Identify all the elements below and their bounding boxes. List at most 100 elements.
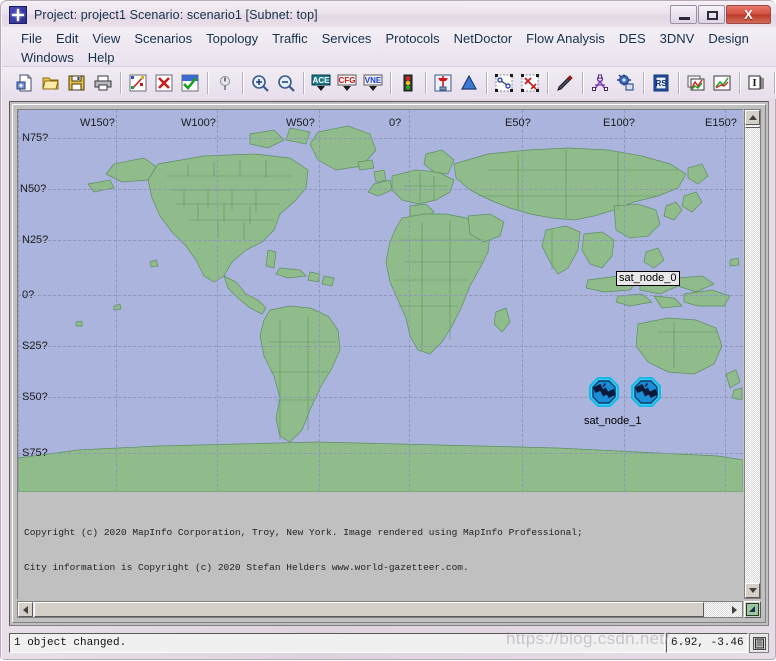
menu-item-protocols[interactable]: Protocols [378, 30, 446, 48]
toolbar-separator [643, 72, 644, 94]
hide-selected-icon[interactable] [492, 71, 516, 95]
zoom-out-icon[interactable] [274, 71, 298, 95]
node-label-sat_node_0: sat_node_0 [616, 271, 680, 286]
horizontal-scroll-thumb[interactable] [34, 602, 704, 617]
menu-bar: File Edit View Scenarios Topology Traffi… [2, 27, 776, 67]
window-controls: X [669, 5, 771, 24]
node-editor-icon[interactable] [588, 71, 612, 95]
longitude-label: 0? [389, 117, 402, 129]
scroll-left-button[interactable] [18, 602, 33, 617]
svg-text:CFG: CFG [339, 76, 356, 85]
toolbar-separator [207, 72, 208, 94]
node-sat_node_0[interactable] [631, 377, 661, 407]
ace-analysis-icon[interactable]: ACE [309, 71, 333, 95]
scroll-right-arrow [732, 605, 737, 614]
save-project-icon[interactable] [65, 71, 89, 95]
menu-item-des[interactable]: DES [612, 30, 653, 48]
menu-item-scenarios[interactable]: Scenarios [127, 30, 199, 48]
latitude-label: S50? [22, 391, 48, 403]
graticule-line [725, 110, 726, 492]
graticule-line [522, 110, 523, 492]
longitude-label: E150? [705, 117, 737, 129]
world-map[interactable]: W150? W100? W50? 0? E50? E100? E150? N75… [18, 110, 743, 492]
application-window: Project: project1 Scenario: scenario1 [S… [0, 0, 776, 660]
annotation-icon[interactable] [553, 71, 577, 95]
graticule-line [18, 189, 743, 190]
hide-graph-panels-icon[interactable] [710, 71, 734, 95]
menu-item-flow-analysis[interactable]: Flow Analysis [519, 30, 612, 48]
graticule-line [217, 110, 218, 492]
minimize-icon [679, 17, 690, 20]
longitude-label: E50? [505, 117, 531, 129]
menu-row-2: Windows Help [2, 48, 776, 67]
node-sat_node_1[interactable] [589, 377, 619, 407]
rs-results-icon[interactable]: RS [649, 71, 673, 95]
copyright-line-1: Copyright (c) 2020 MapInfo Corporation, … [24, 527, 583, 538]
print-icon[interactable] [91, 71, 115, 95]
status-indicator-icon[interactable] [749, 633, 769, 653]
menu-item-3dnv[interactable]: 3DNV [653, 30, 702, 48]
restore-button[interactable] [698, 5, 725, 24]
status-bar: 1 object changed. 6.92, -3.46 [9, 633, 769, 653]
graticule-line [116, 110, 117, 492]
menu-item-services[interactable]: Services [315, 30, 379, 48]
graticule-line [18, 453, 743, 454]
view-results-icon[interactable] [684, 71, 708, 95]
delete-objects-icon[interactable] [152, 71, 176, 95]
vertical-scroll-thumb[interactable] [745, 126, 760, 128]
toolbar-separator [242, 72, 243, 94]
vertical-scrollbar[interactable] [744, 109, 761, 599]
toolbar: ACE CFG VNE RS I [2, 67, 776, 99]
menu-item-topology[interactable]: Topology [199, 30, 265, 48]
longitude-label: E100? [603, 117, 635, 129]
publish-model-icon[interactable] [431, 71, 455, 95]
deploy-wizard-icon[interactable] [457, 71, 481, 95]
minimize-button[interactable] [670, 5, 697, 24]
status-message: 1 object changed. [9, 633, 665, 653]
scroll-up-button[interactable] [745, 110, 760, 125]
toolbar-separator [739, 72, 740, 94]
menu-item-netdoctor[interactable]: NetDoctor [447, 30, 520, 48]
latitude-label: N75? [22, 132, 49, 144]
menu-item-design[interactable]: Design [701, 30, 755, 48]
menu-item-file[interactable]: File [14, 30, 49, 48]
close-button[interactable]: X [726, 5, 771, 24]
open-project-icon[interactable] [39, 71, 63, 95]
process-editor-icon[interactable] [614, 71, 638, 95]
latitude-label: S25? [22, 340, 48, 352]
resize-corner-button[interactable] [744, 601, 761, 618]
status-coordinates: 6.92, -3.46 [666, 633, 748, 653]
network-canvas[interactable]: W150? W100? W50? 0? E50? E100? E150? N75… [17, 109, 743, 599]
scroll-down-button[interactable] [745, 583, 760, 598]
configure-topology-icon[interactable] [126, 71, 150, 95]
opnet-star-icon [9, 5, 27, 24]
svg-text:I: I [752, 77, 756, 89]
document-inner-frame: W150? W100? W50? 0? E50? E100? E150? N75… [12, 104, 766, 623]
satellite-node-icon [631, 377, 661, 407]
menu-item-view[interactable]: View [85, 30, 127, 48]
menu-item-traffic[interactable]: Traffic [265, 30, 314, 48]
fail-recover-icon[interactable] [213, 71, 237, 95]
menu-item-windows[interactable]: Windows [14, 49, 81, 67]
menu-item-edit[interactable]: Edit [49, 30, 85, 48]
menu-item-help[interactable]: Help [81, 49, 122, 67]
latitude-label: N50? [20, 183, 47, 195]
cfg-config-icon[interactable]: CFG [335, 71, 359, 95]
toolbar-separator [303, 72, 304, 94]
svg-text:ACE: ACE [313, 76, 331, 85]
traffic-lights-icon[interactable] [396, 71, 420, 95]
scroll-right-button[interactable] [727, 602, 742, 617]
latitude-label: S75? [22, 447, 48, 459]
zoom-in-icon[interactable] [248, 71, 272, 95]
resize-corner-icon [746, 603, 759, 616]
horizontal-scrollbar[interactable] [17, 601, 743, 618]
graticule-line [409, 110, 410, 492]
menu-row-1: File Edit View Scenarios Topology Traffi… [2, 29, 776, 48]
latitude-label: 0? [22, 289, 35, 301]
unhide-icon[interactable] [518, 71, 542, 95]
longitude-label: W150? [80, 117, 115, 129]
panel-stack-icon[interactable]: I [745, 71, 769, 95]
verify-links-icon[interactable] [178, 71, 202, 95]
vne-server-icon[interactable]: VNE [361, 71, 385, 95]
new-scenario-icon[interactable] [13, 71, 37, 95]
